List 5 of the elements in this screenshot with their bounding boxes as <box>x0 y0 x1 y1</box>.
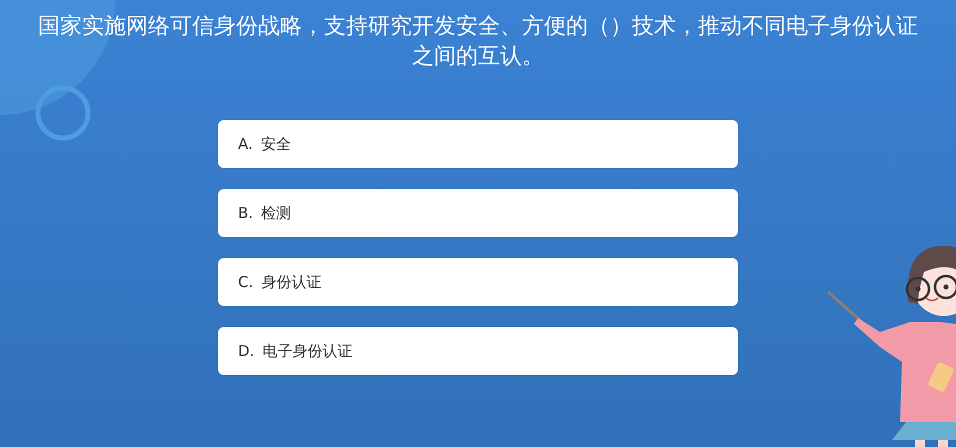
answer-option[interactable]: D. 电子身份认证 <box>218 327 738 375</box>
question-text: 国家实施网络可信身份战略，支持研究开发安全、方便的（）技术，推动不同电子身份认证之间的互认。 <box>37 13 919 71</box>
answer-option[interactable]: B. 检测 <box>218 189 738 237</box>
answer-option[interactable]: A. 安全 <box>218 120 738 168</box>
answer-option[interactable]: C. 身份认证 <box>218 258 738 306</box>
